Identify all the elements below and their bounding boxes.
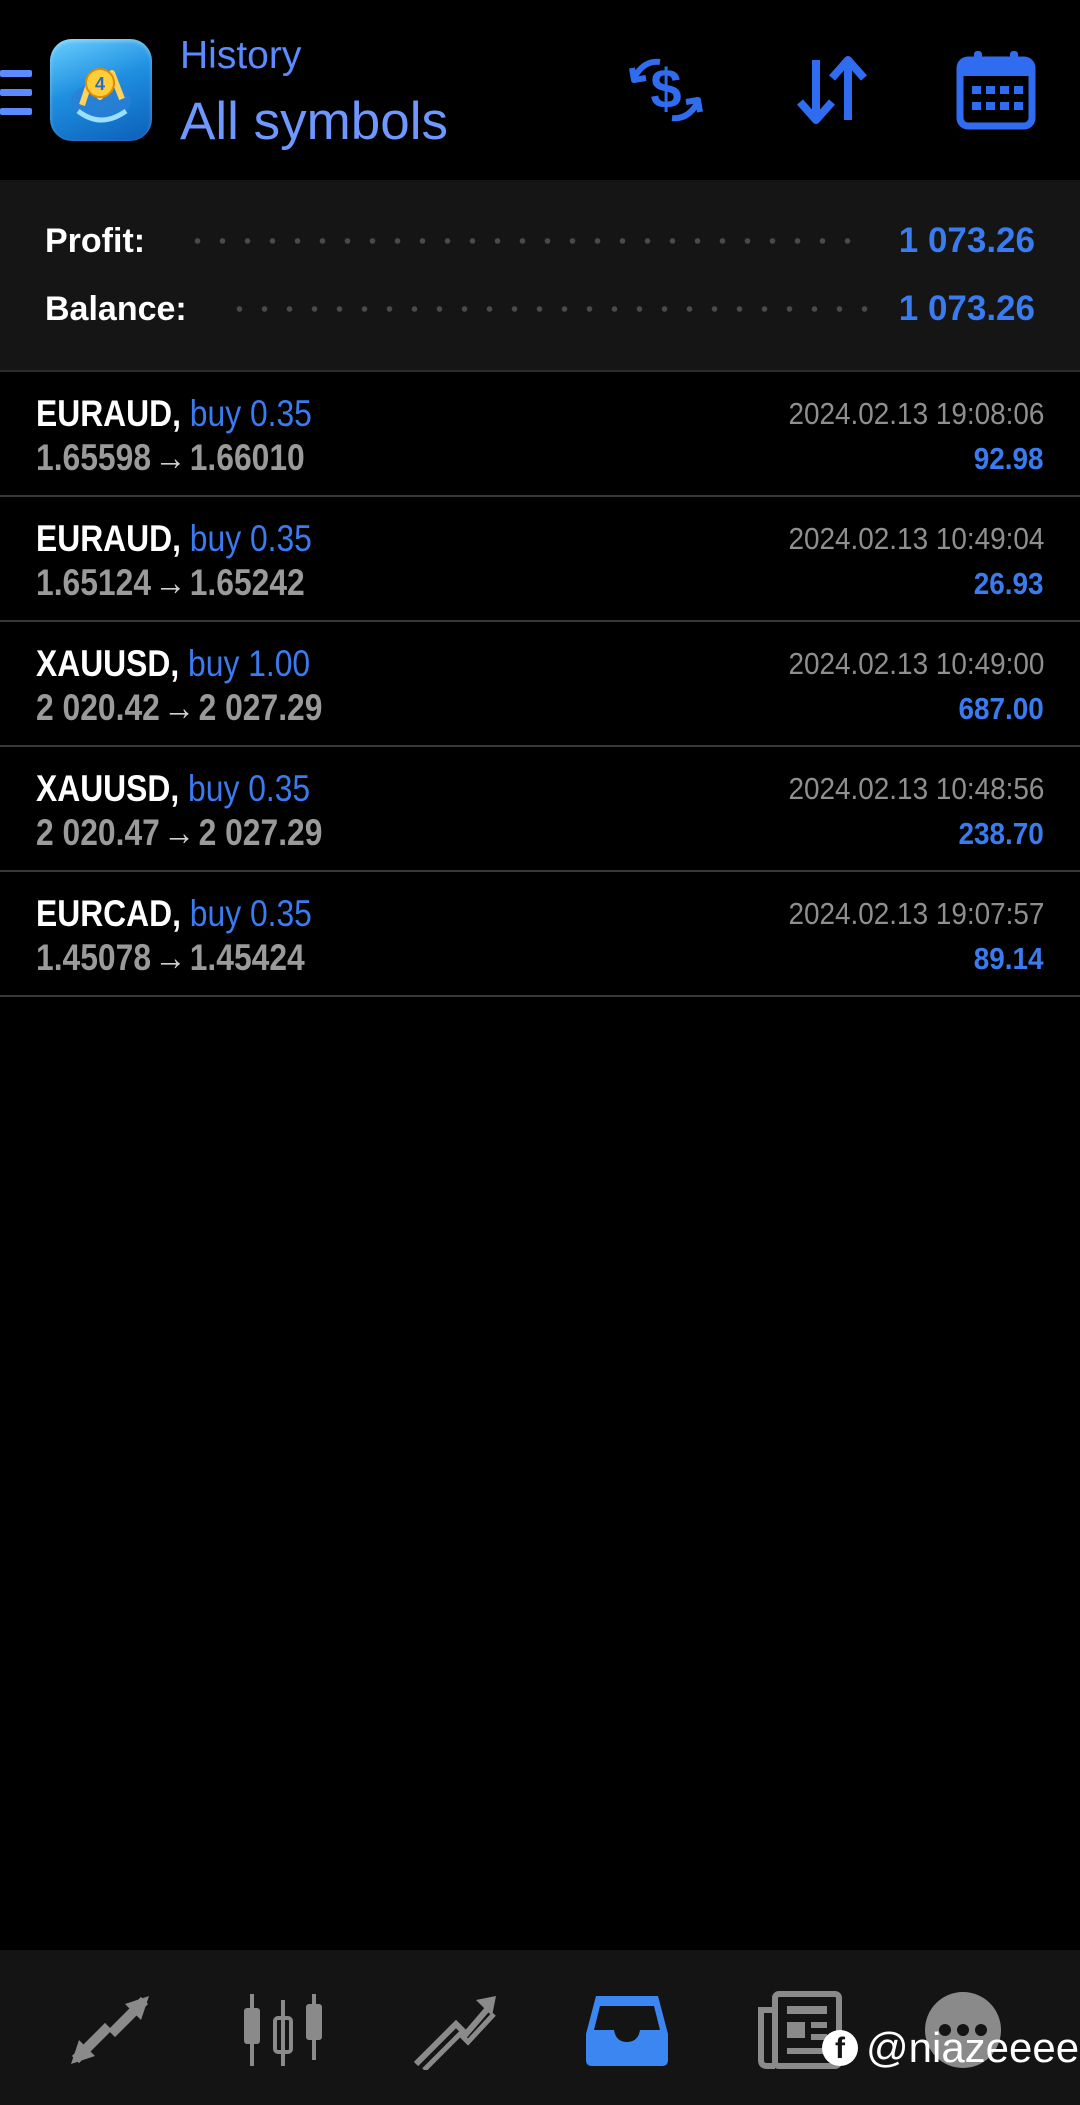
trade-history-list: EURAUD, buy 0.35 1.65598→1.66010 2024.02… xyxy=(0,372,1080,997)
toolbar: 4 History All symbols $ xyxy=(0,0,1080,180)
profit-label: Profit: xyxy=(45,221,146,260)
arrow-right-icon: → xyxy=(163,812,196,853)
calendar-icon[interactable] xyxy=(954,48,1038,132)
balance-label: Balance: xyxy=(45,289,187,328)
close-price: 1.45424 xyxy=(189,937,305,978)
dotted-leader xyxy=(226,306,869,312)
page-subtitle: History xyxy=(180,34,302,77)
trade-profit: 26.93 xyxy=(974,566,1044,601)
trade-row[interactable]: XAUUSD, buy 1.00 2 020.42→2 027.29 2024.… xyxy=(0,622,1080,747)
balance-value: 1 073.26 xyxy=(898,289,1035,328)
trade-symbol: EURAUD, xyxy=(36,518,181,559)
quotes-icon[interactable] xyxy=(65,1990,155,2070)
trade-side: buy 0.35 xyxy=(189,893,312,934)
dollar-exchange-icon[interactable]: $ xyxy=(624,48,708,132)
dotted-leader xyxy=(185,238,869,244)
trade-symbol: XAUUSD, xyxy=(36,643,180,684)
trade-time: 2024.02.13 19:07:57 xyxy=(788,896,1044,931)
page-title[interactable]: All symbols xyxy=(180,90,448,154)
trade-symbol: EURAUD, xyxy=(36,393,181,434)
trade-profit: 687.00 xyxy=(958,691,1044,726)
open-price: 2 020.47 xyxy=(36,812,160,853)
svg-text:$: $ xyxy=(650,57,681,120)
trade-side: buy 0.35 xyxy=(189,518,312,559)
trade-side: buy 0.35 xyxy=(188,768,311,809)
close-price: 2 027.29 xyxy=(198,687,323,728)
facebook-icon: f xyxy=(822,2030,858,2066)
open-price: 1.65598 xyxy=(36,437,152,478)
arrow-right-icon: → xyxy=(163,687,196,728)
sort-arrows-icon[interactable] xyxy=(790,48,874,132)
trade-symbol: EURCAD, xyxy=(36,893,181,934)
trade-symbol: XAUUSD, xyxy=(36,768,180,809)
svg-text:4: 4 xyxy=(95,74,105,94)
trade-row[interactable]: XAUUSD, buy 0.35 2 020.47→2 027.29 2024.… xyxy=(0,747,1080,872)
trade-profit: 238.70 xyxy=(958,816,1044,851)
trade-profit: 92.98 xyxy=(974,441,1044,476)
close-price: 2 027.29 xyxy=(198,812,323,853)
trade-profit: 89.14 xyxy=(974,941,1044,976)
history-icon[interactable] xyxy=(582,1990,672,2070)
arrow-right-icon: → xyxy=(154,937,187,978)
arrow-right-icon: → xyxy=(154,562,187,603)
trade-row[interactable]: EURAUD, buy 0.35 1.65124→1.65242 2024.02… xyxy=(0,497,1080,622)
trade-side: buy 0.35 xyxy=(189,393,312,434)
open-price: 2 020.42 xyxy=(36,687,160,728)
balance-row: Balance: 1 073.26 xyxy=(45,283,1035,335)
arrow-right-icon: → xyxy=(154,437,187,478)
open-price: 1.45078 xyxy=(36,937,152,978)
close-price: 1.66010 xyxy=(189,437,305,478)
trade-time: 2024.02.13 10:48:56 xyxy=(788,771,1044,806)
watermark: f @niazeeee xyxy=(822,2020,1079,2076)
account-summary: Profit: 1 073.26 Balance: 1 073.26 xyxy=(0,180,1080,372)
trade-row[interactable]: EURAUD, buy 0.35 1.65598→1.66010 2024.02… xyxy=(0,372,1080,497)
trade-time: 2024.02.13 19:08:06 xyxy=(788,396,1044,431)
close-price: 1.65242 xyxy=(189,562,305,603)
chart-icon[interactable] xyxy=(238,1990,328,2070)
watermark-handle: @niazeeee xyxy=(866,2024,1080,2071)
profit-row: Profit: 1 073.26 xyxy=(45,215,1035,267)
open-price: 1.65124 xyxy=(36,562,152,603)
trade-time: 2024.02.13 10:49:00 xyxy=(788,646,1044,681)
trade-time: 2024.02.13 10:49:04 xyxy=(788,521,1044,556)
profit-value: 1 073.26 xyxy=(898,221,1035,260)
trade-row[interactable]: EURCAD, buy 0.35 1.45078→1.45424 2024.02… xyxy=(0,872,1080,997)
trade-icon[interactable] xyxy=(410,1990,500,2070)
menu-icon[interactable] xyxy=(0,70,32,116)
metatrader-logo-icon: 4 xyxy=(50,39,152,141)
trade-side: buy 1.00 xyxy=(188,643,311,684)
